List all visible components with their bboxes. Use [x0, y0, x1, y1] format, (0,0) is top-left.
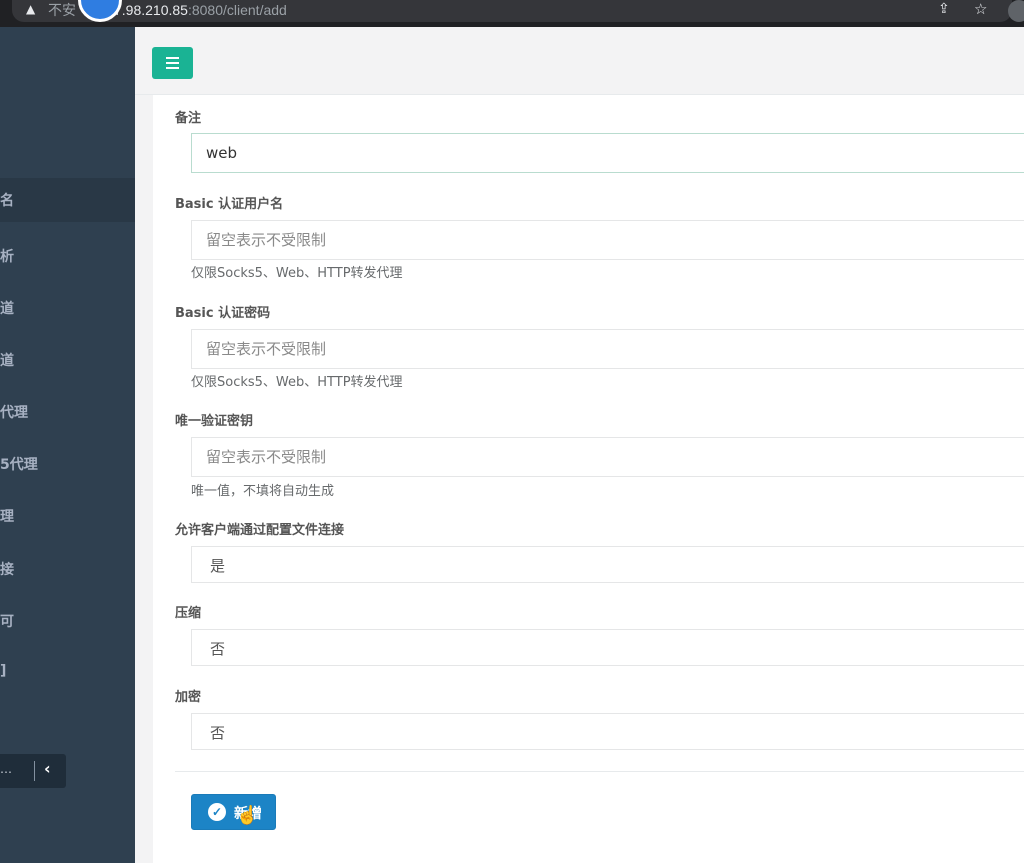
basic-username-input[interactable]: [191, 220, 1024, 260]
hamburger-icon: [166, 62, 179, 64]
star-icon[interactable]: ☆: [974, 0, 987, 18]
sidebar-item-socks5-proxy[interactable]: 5代理: [0, 442, 135, 486]
sidebar-collapse[interactable]: … ‹: [0, 754, 66, 788]
sidebar-item-secret[interactable]: 接: [0, 547, 135, 591]
sidebar-item-label: 接: [0, 562, 14, 578]
warning-icon[interactable]: ▲: [26, 2, 35, 16]
chevron-left-icon[interactable]: ‹: [44, 759, 51, 778]
sidebar-item-http-proxy[interactable]: 代理: [0, 390, 135, 434]
sidebar-item-label: 理: [0, 509, 14, 525]
basic-username-help: 仅限Socks5、Web、HTTP转发代理: [191, 266, 403, 281]
config-conn-label: 允许客户端通过配置文件连接: [175, 523, 345, 538]
sidebar-item-label: 析: [0, 249, 14, 265]
basic-password-help: 仅限Socks5、Web、HTTP转发代理: [191, 375, 403, 390]
sidebar-item-udp[interactable]: 道: [0, 338, 135, 382]
sidebar-item-label: 名: [0, 193, 14, 209]
main-area: 备注 Basic 认证用户名 仅限Socks5、Web、HTTP转发代理 Bas…: [135, 27, 1024, 863]
sidebar-item-p2p[interactable]: 可: [0, 599, 135, 643]
remark-input[interactable]: [191, 133, 1024, 173]
crypt-select[interactable]: 否: [191, 713, 1024, 750]
form-divider: [175, 771, 1024, 772]
browser-address-bar: ▲ 不安 7.98.210.85:8080/client/add ⇪ ☆: [0, 0, 1024, 27]
remark-label: 备注: [175, 111, 202, 126]
sidebar-item-label: ]: [0, 663, 7, 679]
vkey-input[interactable]: [191, 437, 1024, 477]
vkey-label: 唯一验证密钥: [175, 414, 254, 429]
compress-select[interactable]: 否: [191, 629, 1024, 666]
add-button[interactable]: ✓ 新增 ☝: [191, 794, 276, 830]
sidebar-item-file-proxy[interactable]: 理: [0, 494, 135, 538]
sidebar-item-misc[interactable]: ]: [0, 651, 135, 695]
config-conn-select[interactable]: 是: [191, 546, 1024, 583]
sidebar-item-label: 5代理: [0, 457, 38, 473]
sidebar-item-client[interactable]: 名: [0, 178, 135, 222]
sidebar-item-label: 道: [0, 353, 14, 369]
hand-cursor-icon: ☝: [236, 805, 259, 825]
compress-value: 否: [210, 640, 226, 658]
basic-username-label: Basic 认证用户名: [175, 197, 284, 212]
top-nav: [135, 27, 1024, 95]
sidebar-item-label: 代理: [0, 405, 28, 421]
menu-toggle-button[interactable]: [152, 47, 193, 79]
crypt-value: 否: [210, 724, 226, 742]
hamburger-icon: [166, 67, 179, 69]
sidebar-item-tcp[interactable]: 道: [0, 286, 135, 330]
hamburger-icon: [166, 57, 179, 59]
vkey-help: 唯一值，不填将自动生成: [191, 484, 335, 499]
config-conn-value: 是: [210, 557, 226, 575]
sidebar-item-label: 道: [0, 301, 14, 317]
check-circle-icon: ✓: [208, 803, 226, 821]
collapse-separator: [34, 761, 35, 781]
basic-password-label: Basic 认证密码: [175, 306, 271, 321]
sidebar-item-host[interactable]: 析: [0, 234, 135, 278]
basic-password-input[interactable]: [191, 329, 1024, 369]
share-icon[interactable]: ⇪: [938, 1, 950, 17]
compress-label: 压缩: [175, 606, 202, 621]
profile-icon[interactable]: [1008, 0, 1024, 22]
sidebar: 名 析 道 道 代理 5代理 理 接 可 ] … ‹: [0, 27, 135, 863]
client-add-form: 备注 Basic 认证用户名 仅限Socks5、Web、HTTP转发代理 Bas…: [153, 95, 1024, 863]
sidebar-item-label: 可: [0, 614, 14, 630]
collapse-text: …: [0, 762, 12, 776]
crypt-label: 加密: [175, 690, 202, 705]
